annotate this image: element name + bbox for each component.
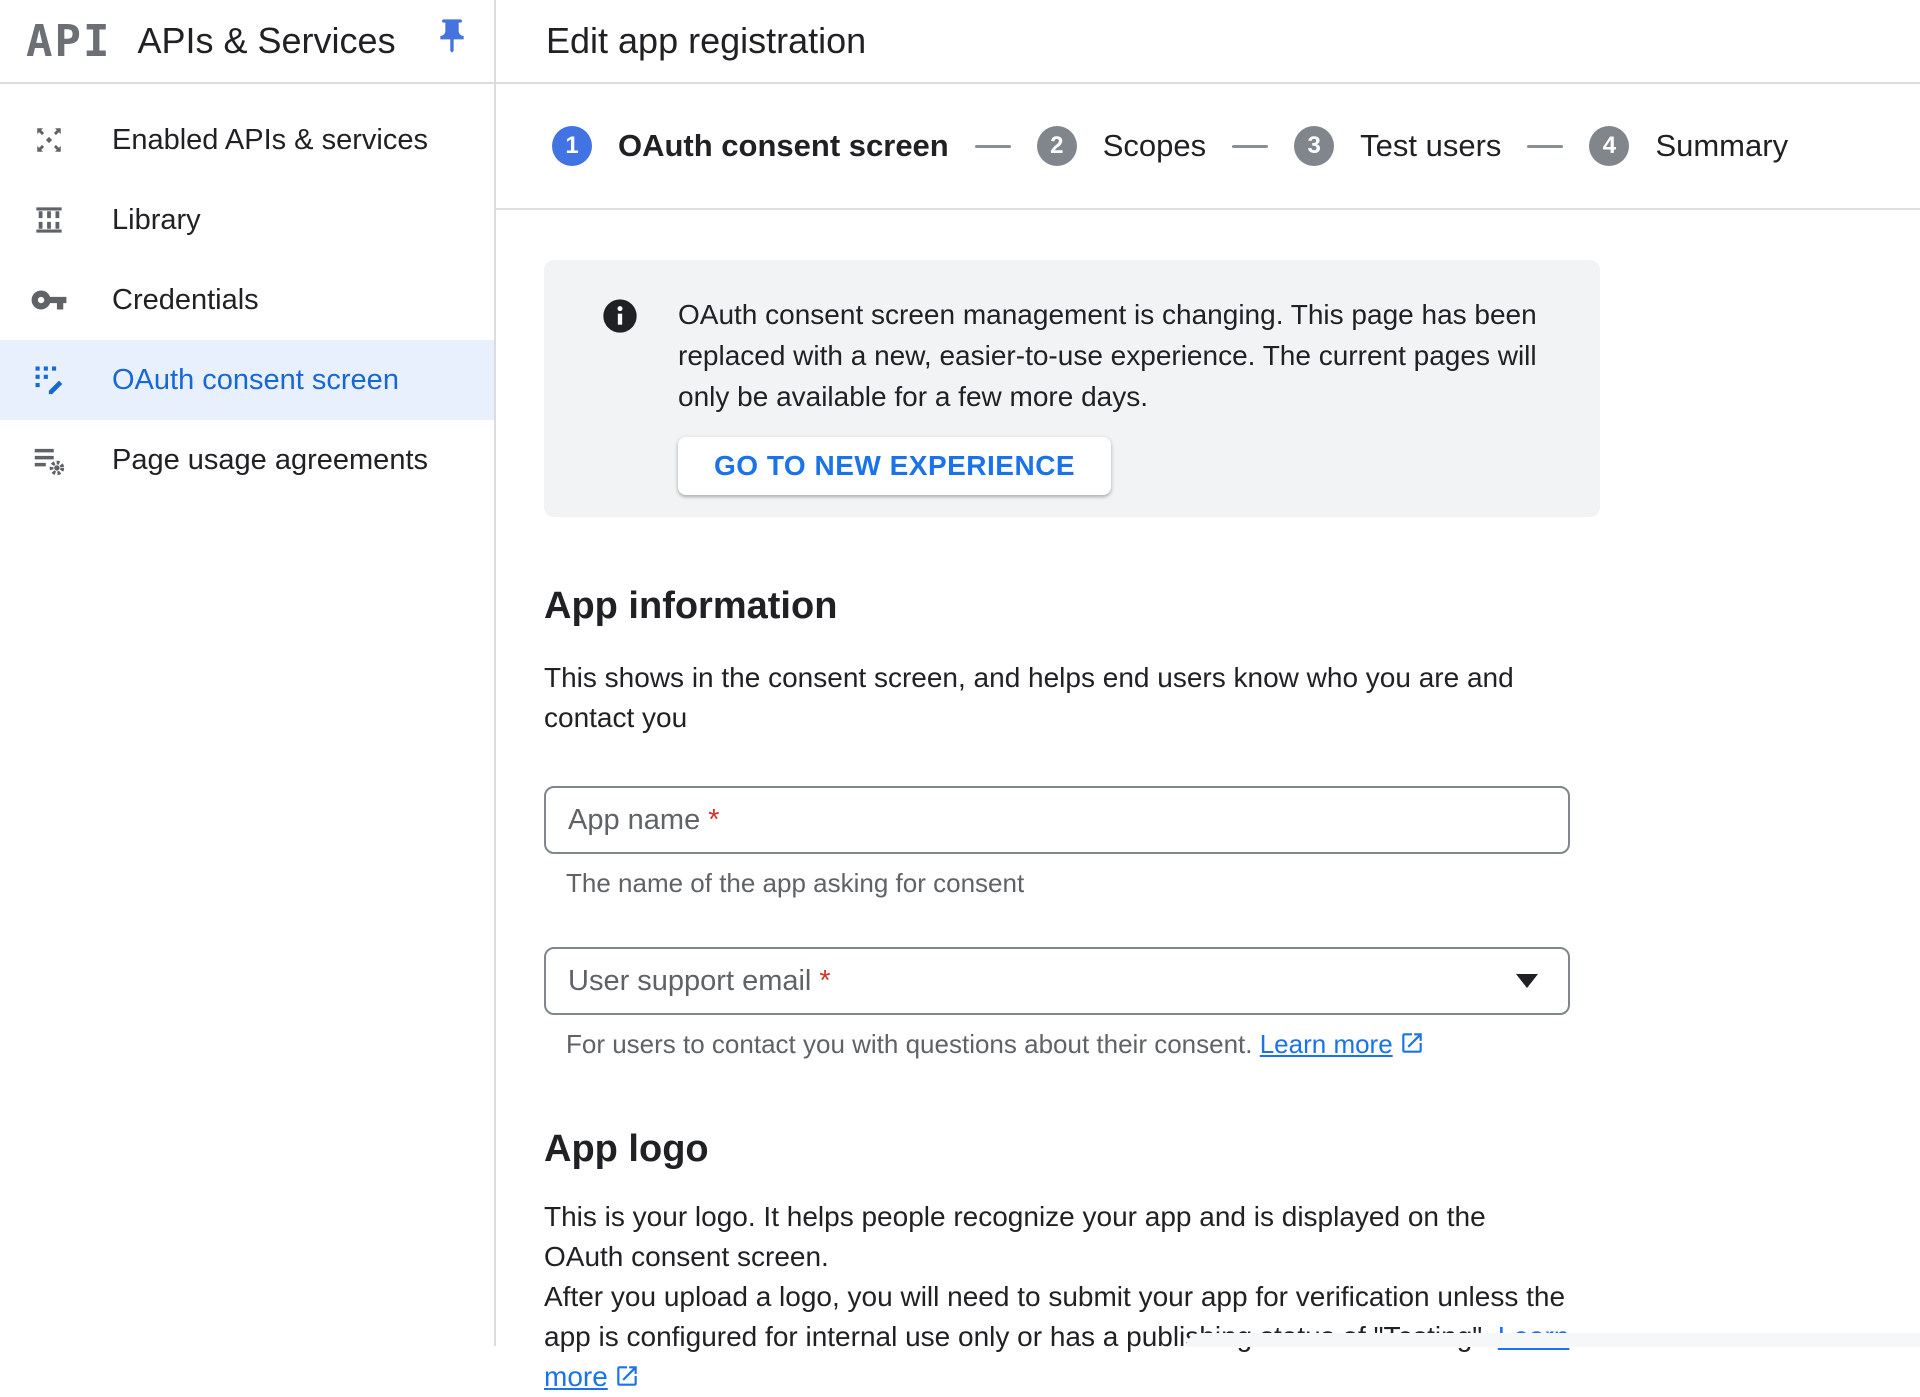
learn-more-link[interactable]: Learn more <box>1260 1029 1393 1059</box>
step-label: Test users <box>1360 128 1501 164</box>
user-support-email-select[interactable]: User support email * <box>544 947 1570 1015</box>
step-label: OAuth consent screen <box>618 128 949 164</box>
app-logo-line1: This is your logo. It helps people recog… <box>544 1201 1486 1272</box>
user-support-email-label: User support email <box>568 965 811 998</box>
sidebar-item-label: Credentials <box>112 284 259 317</box>
step-number-badge: 2 <box>1037 126 1077 166</box>
step-connector <box>975 145 1011 148</box>
deprecation-banner: OAuth consent screen management is chang… <box>544 260 1600 517</box>
step-label: Scopes <box>1103 128 1206 164</box>
app-information-description: This shows in the consent screen, and he… <box>544 658 1570 738</box>
app-name-label: App name <box>568 804 700 837</box>
step-scopes[interactable]: 2 Scopes <box>1037 126 1206 166</box>
sidebar-item-label: Enabled APIs & services <box>112 124 428 157</box>
push-pin-icon[interactable] <box>432 16 472 56</box>
sidebar-item-enabled-apis-services[interactable]: Enabled APIs & services <box>0 100 494 180</box>
helper-text: For users to contact you with questions … <box>566 1029 1260 1059</box>
step-connector <box>1232 145 1268 148</box>
page-header: Edit app registration <box>496 0 1920 82</box>
api-logo: API <box>26 16 111 67</box>
step-label: Summary <box>1655 128 1788 164</box>
app-logo-description: This is your logo. It helps people recog… <box>544 1197 1570 1397</box>
required-asterisk: * <box>708 804 719 837</box>
dropdown-caret-icon[interactable] <box>1516 974 1538 988</box>
sidebar-item-library[interactable]: Library <box>0 180 494 260</box>
sidebar-item-credentials[interactable]: Credentials <box>0 260 494 340</box>
banner-message: OAuth consent screen management is chang… <box>678 294 1560 417</box>
sidebar-item-label: Library <box>112 204 201 237</box>
app-information-title: App information <box>544 585 1570 628</box>
app-header: API APIs & Services <box>0 0 494 82</box>
consent-screen-icon <box>30 361 68 399</box>
app-name-input[interactable]: App name * <box>544 786 1570 854</box>
page-usage-icon <box>30 441 68 479</box>
app-title: APIs & Services <box>137 20 395 62</box>
user-support-email-helper: For users to contact you with questions … <box>566 1029 1570 1060</box>
step-oauth-consent-screen[interactable]: 1 OAuth consent screen <box>552 126 949 166</box>
key-icon <box>30 281 68 319</box>
step-number-badge: 4 <box>1589 126 1629 166</box>
step-connector <box>1527 145 1563 148</box>
sidebar-item-label: OAuth consent screen <box>112 364 399 397</box>
required-asterisk: * <box>819 965 830 998</box>
enabled-apis-icon <box>30 121 68 159</box>
wizard-stepper: 1 OAuth consent screen 2 Scopes 3 Test u… <box>496 84 1920 208</box>
step-number-badge: 3 <box>1294 126 1334 166</box>
app-logo-title: App logo <box>544 1128 1570 1171</box>
step-test-users[interactable]: 3 Test users <box>1294 126 1501 166</box>
step-number-badge: 1 <box>552 126 592 166</box>
sidebar-nav: Enabled APIs & services Library Credenti… <box>0 100 494 500</box>
info-icon <box>600 296 640 336</box>
library-icon <box>30 201 68 239</box>
step-summary[interactable]: 4 Summary <box>1589 126 1788 166</box>
external-link-icon <box>1399 1030 1425 1056</box>
go-to-new-experience-button[interactable]: GO TO NEW EXPERIENCE <box>678 437 1111 495</box>
page-title: Edit app registration <box>546 20 866 62</box>
external-link-icon <box>614 1363 640 1389</box>
bottom-overlay-peek <box>1186 1333 1920 1347</box>
sidebar-item-oauth-consent-screen[interactable]: OAuth consent screen <box>0 340 494 420</box>
sidebar-item-label: Page usage agreements <box>112 444 428 477</box>
app-name-helper: The name of the app asking for consent <box>566 868 1570 899</box>
main-content: OAuth consent screen management is chang… <box>544 210 1570 1397</box>
sidebar-item-page-usage-agreements[interactable]: Page usage agreements <box>0 420 494 500</box>
